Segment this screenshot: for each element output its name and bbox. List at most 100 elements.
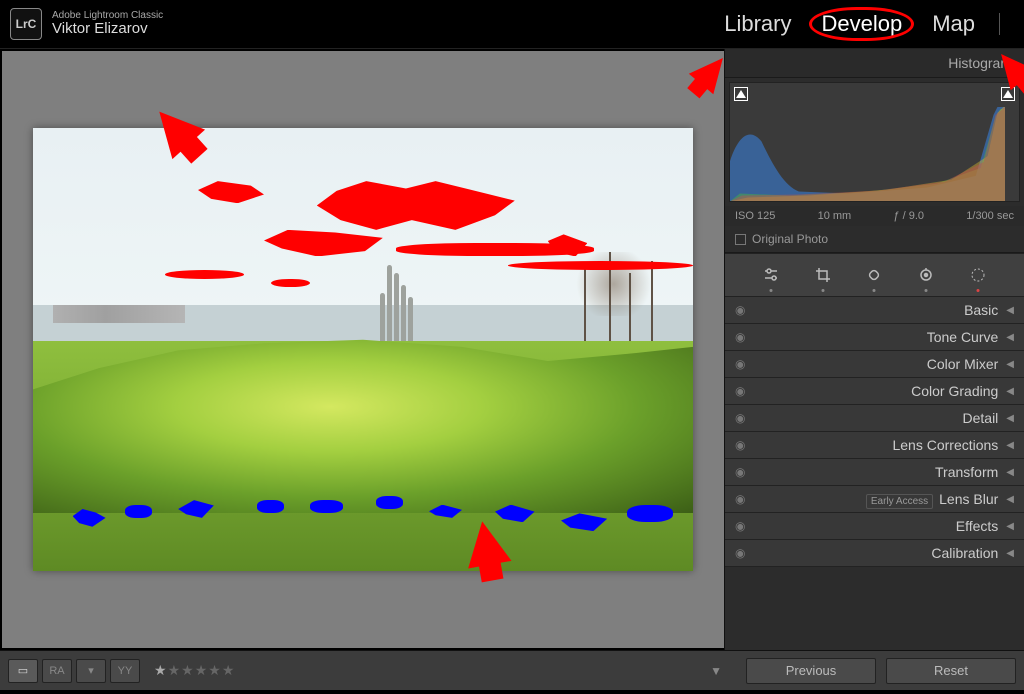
highlight-clipping-toggle[interactable]	[1001, 87, 1015, 101]
panel-eye-icon[interactable]: ◉	[735, 546, 745, 560]
viewmode-button[interactable]: ▾	[76, 659, 106, 683]
annotation-arrow-shadows	[461, 518, 512, 569]
chevron-left-icon: ◀	[1006, 494, 1014, 505]
canvas-area	[0, 49, 724, 650]
original-photo-checkbox[interactable]	[735, 234, 746, 245]
toolbar-dropdown[interactable]: ▼	[704, 658, 728, 684]
chevron-left-icon: ◀	[1006, 305, 1014, 316]
star-icon[interactable]: ★	[181, 662, 195, 678]
shadow-clipping	[257, 500, 283, 513]
panel-lens-blur[interactable]: ◉Early AccessLens Blur◀	[725, 486, 1024, 513]
chevron-left-icon: ◀	[1006, 467, 1014, 478]
exif-iso: ISO 125	[735, 210, 775, 222]
user-name: Viktor Elizarov	[52, 21, 163, 38]
shadow-clipping	[627, 505, 673, 523]
chevron-left-icon: ◀	[1006, 440, 1014, 451]
panel-lens-corrections[interactable]: ◉Lens Corrections◀	[725, 432, 1024, 459]
main-area: Histogram ISO 125 10 mm ƒ / 9.0 1/300 se…	[0, 48, 1024, 650]
panel-detail[interactable]: ◉Detail◀	[725, 405, 1024, 432]
chevron-left-icon: ◀	[1006, 332, 1014, 343]
panel-label: Color Mixer	[745, 356, 1006, 372]
chevron-left-icon: ◀	[1006, 521, 1014, 532]
tool-mask-icon[interactable]	[967, 264, 989, 286]
panel-badge: Early Access	[866, 494, 933, 509]
panel-eye-icon[interactable]: ◉	[735, 438, 745, 452]
exif-aperture: ƒ / 9.0	[893, 210, 924, 222]
panel-eye-icon[interactable]: ◉	[735, 411, 745, 425]
panel-label: Transform	[745, 464, 1006, 480]
star-icon[interactable]: ★	[208, 662, 222, 678]
shadow-clipping-toggle[interactable]	[734, 87, 748, 101]
panel-color-grading[interactable]: ◉Color Grading◀	[725, 378, 1024, 405]
shadow-clipping	[125, 505, 151, 518]
star-icon[interactable]: ★	[195, 662, 209, 678]
exif-shutter: 1/300 sec	[966, 210, 1014, 222]
panel-eye-icon[interactable]: ◉	[735, 330, 745, 344]
shadow-clipping	[310, 500, 343, 513]
panel-calibration[interactable]: ◉Calibration◀	[725, 540, 1024, 567]
module-library[interactable]: Library	[718, 9, 797, 39]
original-photo-row[interactable]: Original Photo	[725, 226, 1024, 253]
bottom-bar: ▭RA▾YY ★★★★★★ ▼ Previous Reset	[0, 650, 1024, 690]
photo-preview[interactable]	[33, 128, 693, 571]
panel-effects[interactable]: ◉Effects◀	[725, 513, 1024, 540]
panel-label: Basic	[745, 302, 1006, 318]
histogram[interactable]	[729, 82, 1020, 202]
panel-eye-icon[interactable]: ◉	[735, 303, 745, 317]
histogram-graph	[730, 107, 1005, 201]
star-icon[interactable]: ★	[222, 662, 236, 678]
panel-eye-icon[interactable]: ◉	[735, 384, 745, 398]
exif-focal: 10 mm	[818, 210, 852, 222]
panel-basic[interactable]: ◉Basic◀	[725, 297, 1024, 324]
panel-label: Tone Curve	[745, 329, 1006, 345]
panels-list: ◉Basic◀◉Tone Curve◀◉Color Mixer◀◉Color G…	[725, 297, 1024, 567]
chevron-left-icon: ◀	[1006, 359, 1014, 370]
photo-bush	[33, 336, 693, 513]
star-icon[interactable]: ★	[168, 662, 182, 678]
panel-label: Early AccessLens Blur	[745, 491, 1006, 507]
viewmode-button[interactable]: RA	[42, 659, 72, 683]
panel-label: Color Grading	[745, 383, 1006, 399]
previous-button[interactable]: Previous	[746, 658, 876, 684]
app-logo: LrC	[10, 8, 42, 40]
panel-color-mixer[interactable]: ◉Color Mixer◀	[725, 351, 1024, 378]
panel-label: Calibration	[745, 545, 1006, 561]
viewmode-button[interactable]: YY	[110, 659, 140, 683]
exif-strip: ISO 125 10 mm ƒ / 9.0 1/300 sec	[725, 206, 1024, 226]
module-develop[interactable]: Develop	[815, 9, 908, 39]
tool-redeye-icon[interactable]	[915, 264, 937, 286]
divider	[999, 13, 1000, 35]
panel-eye-icon[interactable]: ◉	[735, 492, 745, 506]
tool-heal-icon[interactable]	[863, 264, 885, 286]
module-develop-label: Develop	[821, 11, 902, 36]
panel-label: Effects	[745, 518, 1006, 534]
right-panel: Histogram ISO 125 10 mm ƒ / 9.0 1/300 se…	[724, 49, 1024, 650]
panel-label: Detail	[745, 410, 1006, 426]
star-icon[interactable]: ★	[154, 662, 168, 678]
app-info: Adobe Lightroom Classic Viktor Elizarov	[52, 10, 163, 38]
histogram-title[interactable]: Histogram	[725, 49, 1024, 78]
tool-adjust-icon[interactable]	[760, 264, 782, 286]
panel-eye-icon[interactable]: ◉	[735, 465, 745, 479]
panel-label: Lens Corrections	[745, 437, 1006, 453]
module-picker: Library Develop Map	[718, 9, 1014, 39]
original-photo-label: Original Photo	[752, 232, 828, 246]
top-bar: LrC Adobe Lightroom Classic Viktor Eliza…	[0, 0, 1024, 48]
highlight-clipping	[508, 261, 693, 270]
tool-crop-icon[interactable]	[812, 264, 834, 286]
reset-button[interactable]: Reset	[886, 658, 1016, 684]
panel-tone-curve[interactable]: ◉Tone Curve◀	[725, 324, 1024, 351]
photo-buildings	[53, 305, 185, 323]
rating-stars[interactable]: ★★★★★★	[154, 662, 235, 679]
tool-strip	[725, 253, 1024, 297]
module-map[interactable]: Map	[926, 9, 981, 39]
view-modes: ▭RA▾YY	[8, 659, 140, 683]
panel-eye-icon[interactable]: ◉	[735, 519, 745, 533]
chevron-left-icon: ◀	[1006, 386, 1014, 397]
chevron-left-icon: ◀	[1006, 413, 1014, 424]
viewmode-button[interactable]: ▭	[8, 659, 38, 683]
panel-eye-icon[interactable]: ◉	[735, 357, 745, 371]
photo-sculpture	[363, 261, 429, 341]
panel-transform[interactable]: ◉Transform◀	[725, 459, 1024, 486]
shadow-clipping	[376, 496, 402, 509]
